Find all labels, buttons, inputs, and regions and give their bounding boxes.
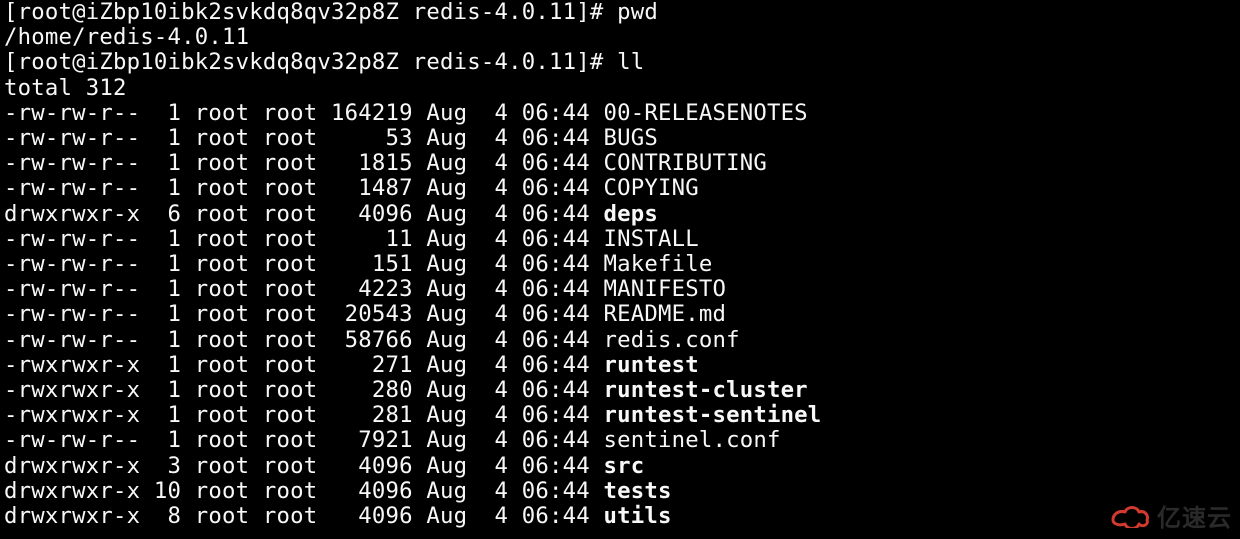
listing-filename: README.md — [603, 301, 726, 327]
listing-filename: src — [603, 453, 644, 479]
command-ll: ll — [617, 49, 644, 75]
listing-row: drwxrwxr-x 8 root root 4096 Aug 4 06:44 … — [4, 503, 672, 529]
listing-row: -rwxrwxr-x 1 root root 271 Aug 4 06:44 r… — [4, 352, 699, 378]
watermark-logo-icon — [1109, 504, 1151, 528]
listing-filename: 00-RELEASENOTES — [603, 100, 807, 126]
listing-meta: drwxrwxr-x 3 root root 4096 Aug 4 06:44 — [4, 453, 603, 479]
listing-filename: CONTRIBUTING — [603, 150, 767, 176]
watermark: 亿速云 — [1109, 498, 1232, 533]
shell-prompt: [root@iZbp10ibk2svkdq8qv32p8Z redis-4.0.… — [4, 49, 617, 75]
listing-filename: runtest — [603, 352, 698, 378]
listing-meta: -rw-rw-r-- 1 root root 53 Aug 4 06:44 — [4, 125, 603, 151]
listing-row: -rw-rw-r-- 1 root root 1815 Aug 4 06:44 … — [4, 150, 767, 176]
listing-row: -rw-rw-r-- 1 root root 11 Aug 4 06:44 IN… — [4, 226, 699, 252]
listing-filename: INSTALL — [603, 226, 698, 252]
listing-meta: drwxrwxr-x 8 root root 4096 Aug 4 06:44 — [4, 503, 603, 529]
listing-row: -rw-rw-r-- 1 root root 151 Aug 4 06:44 M… — [4, 251, 712, 277]
listing-row: drwxrwxr-x 6 root root 4096 Aug 4 06:44 … — [4, 201, 658, 227]
listing-filename: COPYING — [603, 175, 698, 201]
terminal-output[interactable]: [root@iZbp10ibk2svkdq8qv32p8Z redis-4.0.… — [0, 0, 1240, 529]
listing-row: -rw-rw-r-- 1 root root 7921 Aug 4 06:44 … — [4, 427, 781, 453]
watermark-text: 亿速云 — [1157, 498, 1232, 533]
listing-filename: deps — [603, 201, 658, 227]
shell-prompt: [root@iZbp10ibk2svkdq8qv32p8Z redis-4.0.… — [4, 0, 617, 25]
command-pwd: pwd — [617, 0, 658, 25]
listing-row: -rw-rw-r-- 1 root root 4223 Aug 4 06:44 … — [4, 276, 726, 302]
ll-total: total 312 — [4, 75, 127, 101]
listing-row: drwxrwxr-x 3 root root 4096 Aug 4 06:44 … — [4, 453, 644, 479]
listing-filename: runtest-sentinel — [603, 402, 821, 428]
listing-meta: -rw-rw-r-- 1 root root 7921 Aug 4 06:44 — [4, 427, 603, 453]
listing-meta: -rw-rw-r-- 1 root root 151 Aug 4 06:44 — [4, 251, 603, 277]
listing-meta: -rw-rw-r-- 1 root root 11 Aug 4 06:44 — [4, 226, 603, 252]
listing-row: drwxrwxr-x 10 root root 4096 Aug 4 06:44… — [4, 478, 672, 504]
listing-filename: utils — [603, 503, 671, 529]
listing-row: -rw-rw-r-- 1 root root 1487 Aug 4 06:44 … — [4, 175, 699, 201]
listing-meta: drwxrwxr-x 6 root root 4096 Aug 4 06:44 — [4, 201, 603, 227]
listing-meta: -rw-rw-r-- 1 root root 4223 Aug 4 06:44 — [4, 276, 603, 302]
listing-filename: tests — [603, 478, 671, 504]
pwd-output: /home/redis-4.0.11 — [4, 24, 249, 50]
listing-filename: sentinel.conf — [603, 427, 780, 453]
listing-filename: runtest-cluster — [603, 377, 807, 403]
listing-row: -rw-rw-r-- 1 root root 58766 Aug 4 06:44… — [4, 327, 740, 353]
listing-meta: -rw-rw-r-- 1 root root 1487 Aug 4 06:44 — [4, 175, 603, 201]
listing-row: -rw-rw-r-- 1 root root 20543 Aug 4 06:44… — [4, 301, 726, 327]
listing-meta: -rw-rw-r-- 1 root root 164219 Aug 4 06:4… — [4, 100, 603, 126]
listing-filename: Makefile — [603, 251, 712, 277]
listing-meta: -rw-rw-r-- 1 root root 1815 Aug 4 06:44 — [4, 150, 603, 176]
listing-row: -rwxrwxr-x 1 root root 280 Aug 4 06:44 r… — [4, 377, 808, 403]
listing-meta: -rwxrwxr-x 1 root root 280 Aug 4 06:44 — [4, 377, 603, 403]
listing-meta: drwxrwxr-x 10 root root 4096 Aug 4 06:44 — [4, 478, 603, 504]
listing-filename: BUGS — [603, 125, 658, 151]
listing-meta: -rwxrwxr-x 1 root root 271 Aug 4 06:44 — [4, 352, 603, 378]
listing-row: -rw-rw-r-- 1 root root 53 Aug 4 06:44 BU… — [4, 125, 658, 151]
listing-meta: -rwxrwxr-x 1 root root 281 Aug 4 06:44 — [4, 402, 603, 428]
listing-row: -rwxrwxr-x 1 root root 281 Aug 4 06:44 r… — [4, 402, 821, 428]
listing-meta: -rw-rw-r-- 1 root root 58766 Aug 4 06:44 — [4, 327, 603, 353]
listing-filename: MANIFESTO — [603, 276, 726, 302]
listing-row: -rw-rw-r-- 1 root root 164219 Aug 4 06:4… — [4, 100, 808, 126]
listing-meta: -rw-rw-r-- 1 root root 20543 Aug 4 06:44 — [4, 301, 603, 327]
listing-filename: redis.conf — [603, 327, 739, 353]
